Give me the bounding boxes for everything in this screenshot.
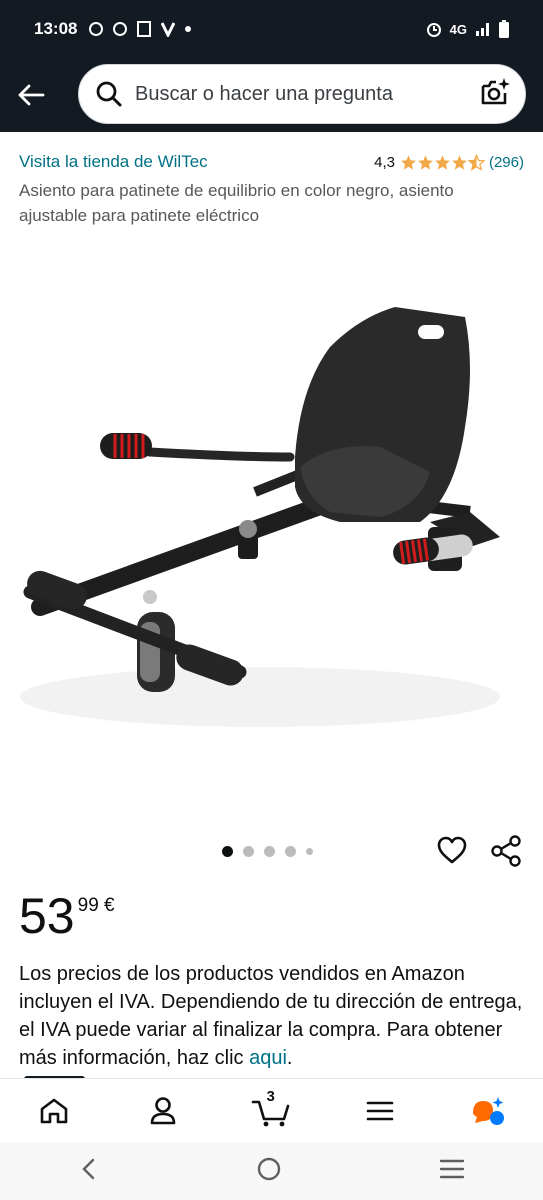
price: 53 99 € [19, 888, 115, 944]
notification-icons [89, 21, 192, 37]
star-icon [452, 154, 467, 170]
share-button[interactable] [490, 835, 522, 872]
arrow-left-icon [18, 84, 45, 106]
star-icon [435, 154, 450, 170]
heart-icon [437, 836, 467, 864]
store-link[interactable]: Visita la tienda de WilTec [19, 152, 208, 172]
nav-cart[interactable]: 3 [241, 1086, 301, 1136]
home-icon [40, 1098, 68, 1123]
search-icon [96, 81, 122, 107]
search-placeholder: Buscar o hacer una pregunta [135, 82, 393, 105]
rating-count: (296) [488, 153, 524, 171]
rating-value: 4,3 [374, 153, 395, 171]
carousel-dot[interactable] [264, 846, 275, 857]
recents-icon [439, 1159, 464, 1178]
rating-summary[interactable]: 4,3 (296) [374, 153, 524, 171]
signal-icon [476, 23, 489, 36]
download-icon [137, 21, 152, 37]
status-time: 13:08 [34, 19, 78, 38]
star-rating [400, 153, 485, 171]
cart-count: 3 [266, 1087, 275, 1105]
search-header: Buscar o hacer una pregunta [0, 58, 543, 132]
network-type: 4G [449, 21, 467, 37]
product-image[interactable] [0, 277, 543, 897]
vat-notice: Los precios de los productos vendidos en… [19, 963, 523, 1069]
product-title: Asiento para patinete de equilibrio en c… [19, 181, 454, 225]
star-icon [401, 154, 416, 170]
system-recents-button[interactable] [439, 1158, 465, 1185]
price-whole: 53 [19, 888, 75, 944]
circle-icon [257, 1157, 280, 1180]
wishlist-button[interactable] [436, 835, 468, 870]
star-icon [418, 154, 433, 170]
carousel-dot[interactable] [243, 846, 254, 857]
alarm-icon [426, 23, 441, 37]
share-icon [491, 835, 521, 867]
carousel-dot[interactable] [306, 848, 313, 855]
status-bar: 13:08 4G [0, 0, 543, 58]
nav-rufus[interactable] [459, 1086, 519, 1136]
camera-search-button[interactable] [479, 76, 511, 113]
nav-menu[interactable] [350, 1086, 410, 1136]
camera-sparkle-icon [481, 77, 510, 104]
account-icon [150, 1096, 176, 1124]
v-app-icon [161, 22, 176, 37]
menu-icon [366, 1101, 394, 1120]
system-home-button[interactable] [256, 1156, 282, 1187]
back-button[interactable] [0, 58, 62, 132]
nav-home[interactable] [24, 1086, 84, 1136]
carousel-dot[interactable] [222, 846, 233, 857]
price-fraction: 99 € [77, 895, 115, 916]
image-carousel-indicator[interactable] [222, 846, 313, 857]
carousel-dot[interactable] [285, 846, 296, 857]
bottom-nav: 3 [0, 1078, 543, 1142]
search-input[interactable]: Buscar o hacer una pregunta [78, 64, 526, 124]
chevron-left-icon [81, 1158, 94, 1179]
system-nav-bar [0, 1142, 543, 1200]
system-back-button[interactable] [79, 1157, 99, 1186]
half-star-icon [467, 153, 485, 171]
battery-icon [499, 20, 509, 38]
chrome-icon [89, 22, 104, 36]
nav-account[interactable] [133, 1086, 193, 1136]
rufus-icon [472, 1096, 504, 1125]
chrome-icon [113, 22, 128, 36]
vat-info-link[interactable]: aqui [249, 1047, 287, 1069]
more-notifications-dot [185, 26, 192, 32]
